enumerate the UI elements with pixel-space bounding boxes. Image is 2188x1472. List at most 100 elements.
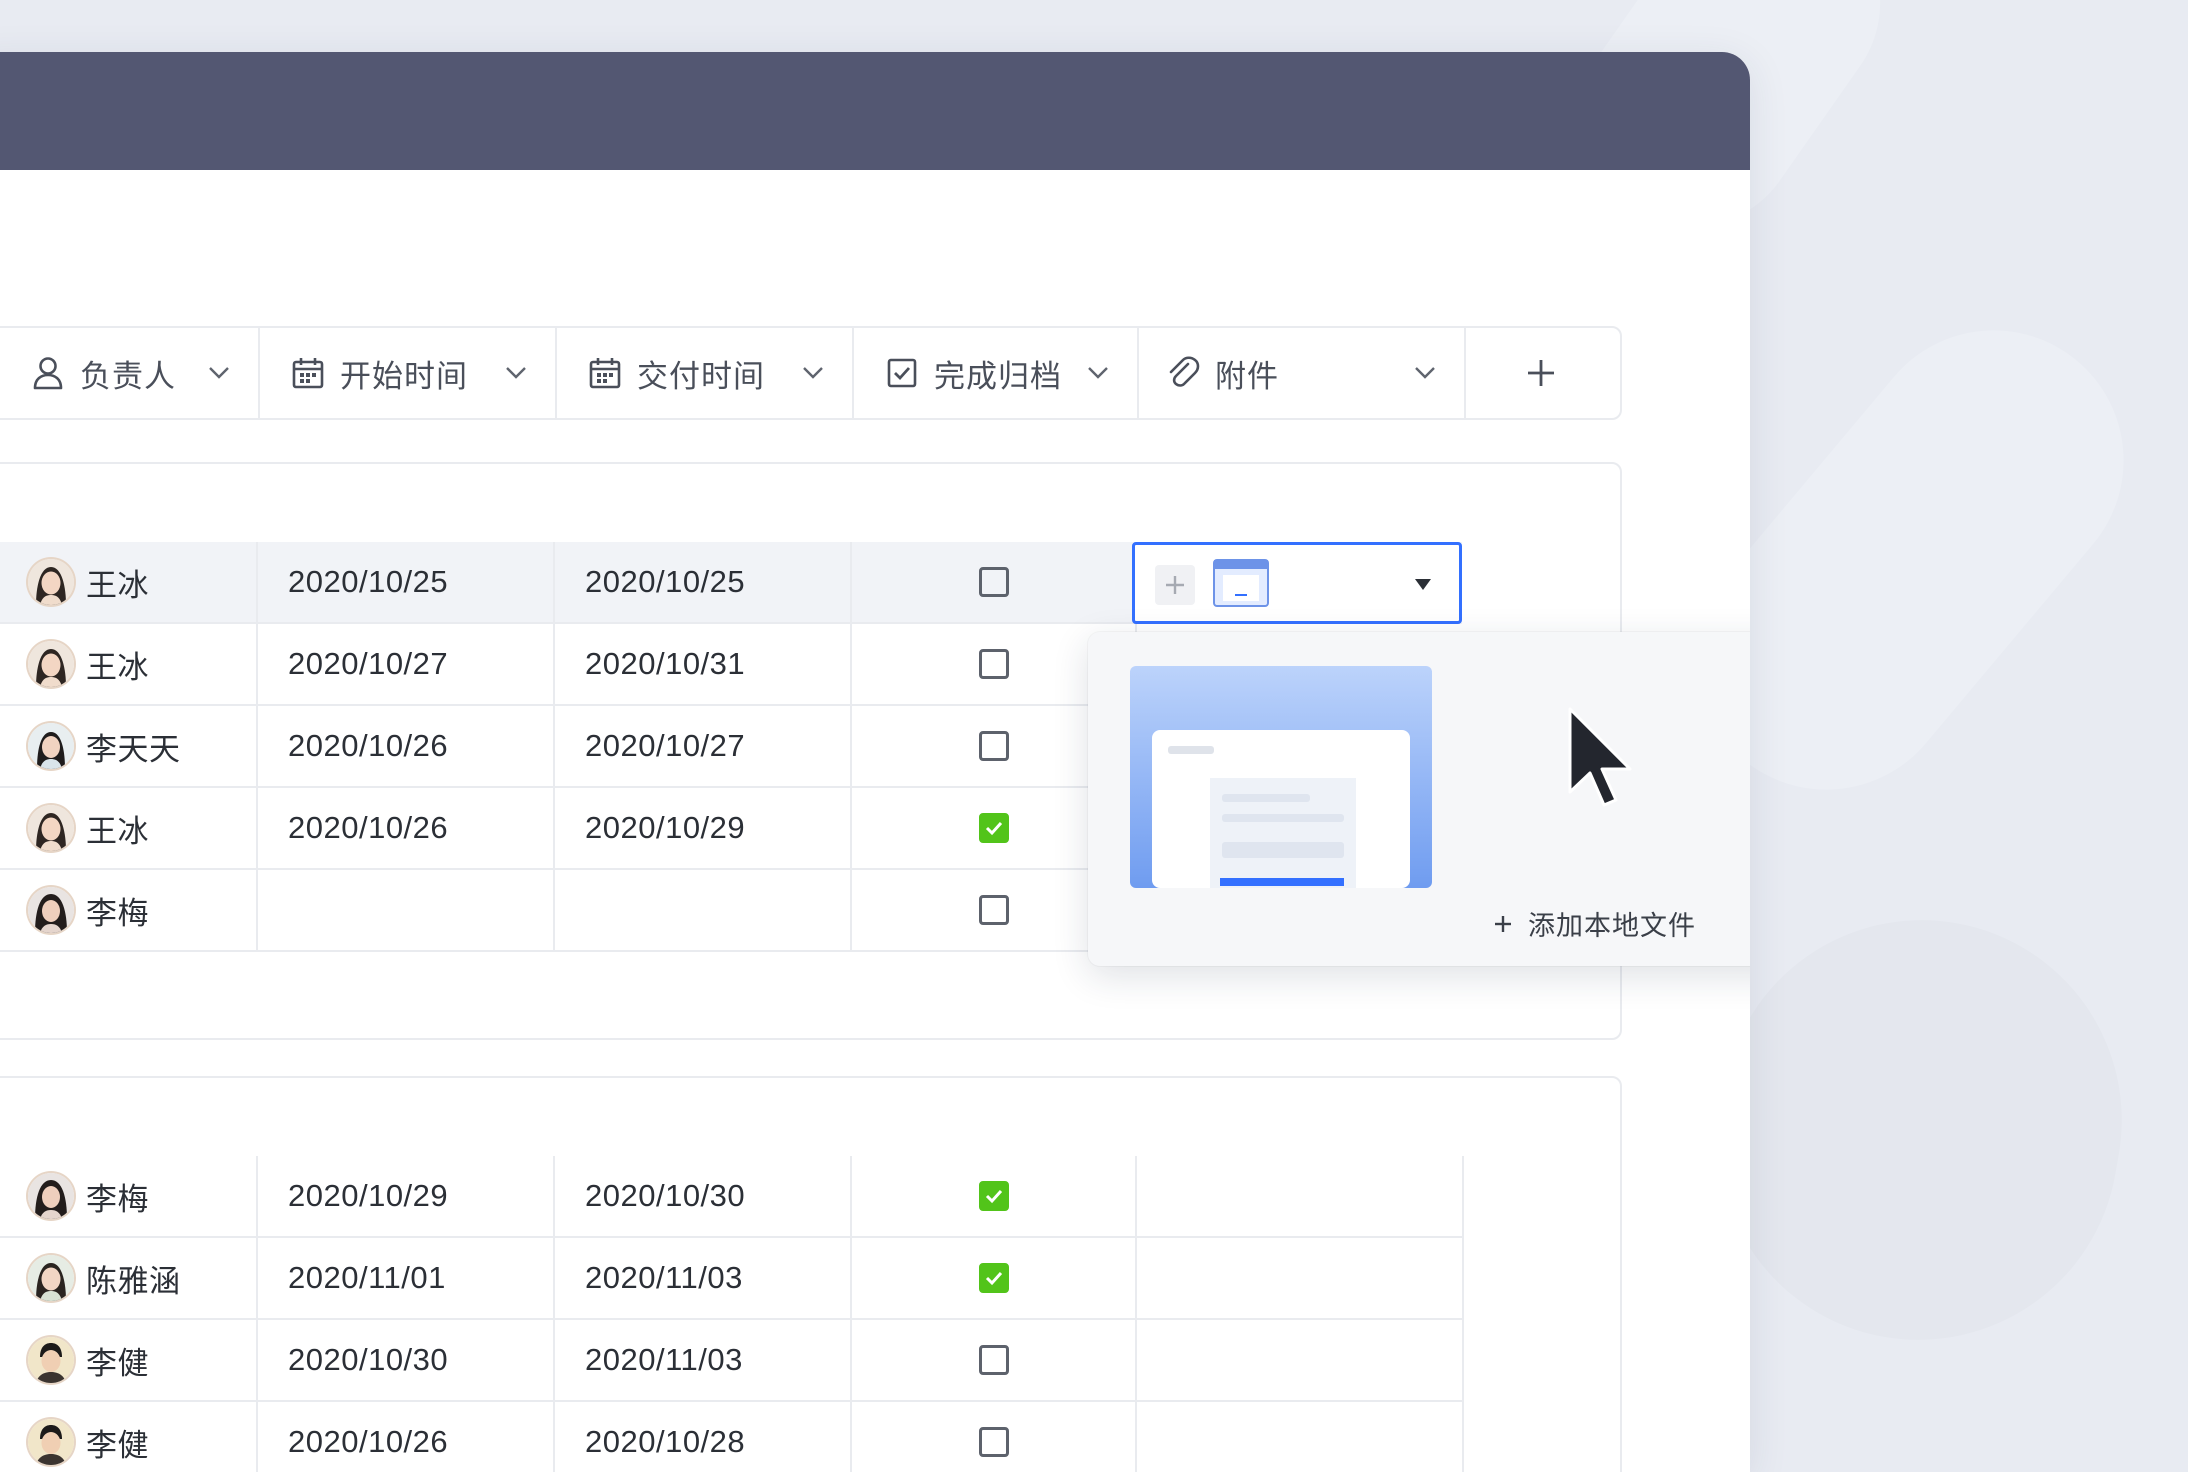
column-header-label: 交付时间 (637, 358, 765, 394)
start-date: 2020/11/01 (288, 1260, 446, 1295)
table-row[interactable]: 李健 2020/10/30 2020/11/03 (0, 1320, 1464, 1402)
chevron-down-icon[interactable] (503, 359, 529, 385)
owner-name: 李健 (86, 1345, 149, 1381)
start-date: 2020/10/26 (288, 728, 449, 763)
column-header-label: 附件 (1215, 358, 1279, 394)
archived-checkbox[interactable] (978, 731, 1009, 761)
attachment-cell[interactable] (1137, 1402, 1464, 1472)
table-row[interactable]: 李梅 2020/10/29 2020/10/30 (0, 1156, 1464, 1238)
chevron-down-icon[interactable] (206, 359, 232, 385)
checkmark-icon (985, 1271, 1002, 1286)
start-date-cell[interactable] (258, 870, 555, 952)
add-column-button[interactable] (1466, 328, 1616, 418)
mouse-cursor-icon (1568, 707, 1632, 807)
delivery-date: 2020/11/03 (585, 1342, 743, 1377)
column-header-owner[interactable]: 负责人 (0, 328, 260, 418)
archived-checkbox[interactable] (978, 1345, 1009, 1375)
archived-checkbox[interactable] (978, 567, 1009, 597)
column-header-label: 负责人 (80, 358, 176, 394)
delivery-date-cell[interactable]: 2020/11/03 (555, 1238, 852, 1320)
chevron-down-icon[interactable] (1085, 359, 1111, 385)
column-header-label: 完成归档 (934, 358, 1062, 394)
delivery-date-cell[interactable]: 2020/10/29 (555, 788, 852, 870)
archived-cell (852, 542, 1137, 624)
checkmark-icon (985, 1189, 1002, 1204)
owner-name: 李天天 (86, 731, 181, 767)
attachment-cell[interactable] (1137, 1320, 1464, 1402)
owner-cell[interactable]: 李天天 (0, 706, 258, 788)
background-shape (1686, 888, 2154, 1372)
add-local-file-button[interactable]: 添加本地文件 (1492, 904, 1696, 943)
add-local-file-label: 添加本地文件 (1528, 911, 1696, 941)
owner-name: 王冰 (86, 567, 149, 603)
start-date-cell[interactable]: 2020/10/26 (258, 788, 555, 870)
archived-checkbox[interactable] (978, 649, 1009, 679)
delivery-date-cell[interactable]: 2020/10/27 (555, 706, 852, 788)
column-header-start-time[interactable]: 开始时间 (260, 328, 557, 418)
archived-checkbox[interactable] (978, 895, 1009, 925)
delivery-date: 2020/10/31 (585, 646, 746, 681)
checkbox-icon (884, 355, 920, 391)
archived-checkbox-checked[interactable] (978, 813, 1009, 843)
owner-name: 李健 (86, 1427, 149, 1463)
delivery-date-cell[interactable]: 2020/10/30 (555, 1156, 852, 1238)
owner-cell[interactable]: 李梅 (0, 870, 258, 952)
app-window: 负责人 开始时间 交付时间 完成归档 附件 王冰 2020/10/25 2020… (0, 52, 1750, 1472)
attachment-cell[interactable] (1137, 1156, 1464, 1238)
delivery-date-cell[interactable] (555, 870, 852, 952)
archived-checkbox-checked[interactable] (978, 1263, 1009, 1293)
plus-icon (1495, 915, 1511, 932)
start-date: 2020/10/27 (288, 646, 449, 681)
start-date-cell[interactable]: 2020/10/29 (258, 1156, 555, 1238)
delivery-date: 2020/10/28 (585, 1424, 746, 1459)
delivery-date-cell[interactable]: 2020/10/28 (555, 1402, 852, 1472)
owner-cell[interactable]: 王冰 (0, 542, 258, 624)
start-date-cell[interactable]: 2020/11/01 (258, 1238, 555, 1320)
delivery-date-cell[interactable]: 2020/10/31 (555, 624, 852, 706)
chevron-down-icon[interactable] (800, 359, 826, 385)
owner-cell[interactable]: 陈雅涵 (0, 1238, 258, 1320)
attachment-thumbnail-icon[interactable] (1213, 559, 1269, 607)
table-row[interactable]: 陈雅涵 2020/11/01 2020/11/03 (0, 1238, 1464, 1320)
column-header-delivery-time[interactable]: 交付时间 (557, 328, 854, 418)
plus-icon (1166, 576, 1184, 594)
start-date-cell[interactable]: 2020/10/27 (258, 624, 555, 706)
avatar (28, 1419, 74, 1465)
archived-cell (852, 1238, 1137, 1320)
archived-checkbox-checked[interactable] (978, 1181, 1009, 1211)
owner-name: 陈雅涵 (86, 1263, 181, 1299)
start-date: 2020/10/29 (288, 1178, 449, 1213)
owner-name: 王冰 (86, 649, 149, 685)
owner-cell[interactable]: 王冰 (0, 624, 258, 706)
column-header-archived[interactable]: 完成归档 (854, 328, 1139, 418)
owner-name: 王冰 (86, 813, 149, 849)
add-attachment-button[interactable] (1155, 565, 1195, 605)
start-date: 2020/10/26 (288, 1424, 449, 1459)
avatar (28, 805, 74, 851)
archived-checkbox[interactable] (978, 1427, 1009, 1457)
caret-down-icon[interactable] (1415, 579, 1431, 590)
checkmark-icon (985, 821, 1002, 836)
attachment-preview[interactable] (1130, 666, 1432, 888)
column-header-attachment[interactable]: 附件 (1139, 328, 1466, 418)
avatar (28, 1255, 74, 1301)
start-date: 2020/10/25 (288, 564, 449, 599)
start-date-cell[interactable]: 2020/10/26 (258, 706, 555, 788)
owner-cell[interactable]: 王冰 (0, 788, 258, 870)
archived-cell (852, 1320, 1137, 1402)
start-date-cell[interactable]: 2020/10/30 (258, 1320, 555, 1402)
delivery-date-cell[interactable]: 2020/11/03 (555, 1320, 852, 1402)
delivery-date-cell[interactable]: 2020/10/25 (555, 542, 852, 624)
attachment-cell-editor[interactable] (1132, 542, 1462, 624)
archived-cell (852, 1156, 1137, 1238)
owner-cell[interactable]: 李健 (0, 1402, 258, 1472)
owner-cell[interactable]: 李健 (0, 1320, 258, 1402)
start-date-cell[interactable]: 2020/10/25 (258, 542, 555, 624)
table-row[interactable]: 李健 2020/10/26 2020/10/28 (0, 1402, 1464, 1472)
owner-cell[interactable]: 李梅 (0, 1156, 258, 1238)
delivery-date: 2020/11/03 (585, 1260, 743, 1295)
chevron-down-icon[interactable] (1412, 359, 1438, 385)
file-preview-image (1130, 666, 1432, 888)
attachment-cell[interactable] (1137, 1238, 1464, 1320)
start-date-cell[interactable]: 2020/10/26 (258, 1402, 555, 1472)
